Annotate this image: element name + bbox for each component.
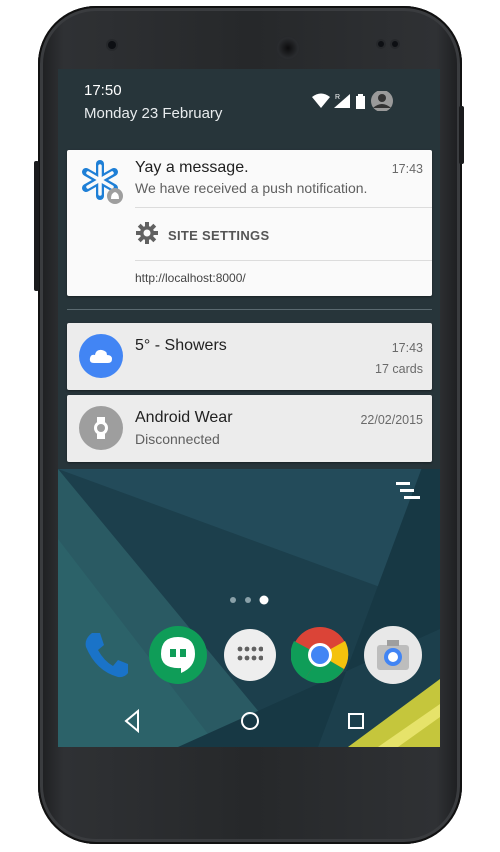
gear-icon bbox=[136, 222, 158, 244]
site-settings-label: SITE SETTINGS bbox=[168, 228, 270, 243]
avatar[interactable] bbox=[371, 91, 393, 111]
site-asterisk-icon bbox=[82, 160, 123, 204]
power-button bbox=[459, 106, 464, 164]
notification-title: 5° - Showers bbox=[135, 337, 227, 354]
android-wear-notification-card[interactable]: Android Wear Disconnected 22/02/2015 bbox=[67, 395, 432, 462]
notification-body: We have received a push notification. bbox=[135, 180, 368, 196]
wear-icon bbox=[79, 406, 123, 450]
notification-body: Disconnected bbox=[135, 431, 220, 447]
shade-separator bbox=[67, 309, 432, 310]
recents-icon[interactable] bbox=[348, 713, 364, 729]
home-icon[interactable] bbox=[241, 712, 259, 730]
hangouts-icon[interactable] bbox=[149, 626, 207, 684]
notification-title: Yay a message. bbox=[135, 159, 249, 176]
origin-url: http://localhost:8000/ bbox=[135, 271, 246, 285]
camera-icon[interactable] bbox=[364, 626, 422, 684]
divider bbox=[135, 207, 432, 208]
status-date: Monday 23 February bbox=[84, 105, 223, 122]
light-sensor bbox=[392, 41, 398, 47]
navigation-bar bbox=[124, 708, 364, 734]
cell-signal-icon: R bbox=[334, 94, 350, 108]
notification-time: 22/02/2015 bbox=[360, 413, 423, 427]
back-icon[interactable] bbox=[124, 708, 139, 734]
watch-icon bbox=[94, 417, 108, 439]
volume-button bbox=[34, 161, 39, 291]
page-indicator bbox=[230, 595, 269, 605]
cloud-icon bbox=[89, 349, 112, 363]
status-time: 17:50 bbox=[84, 82, 122, 99]
divider bbox=[135, 260, 432, 261]
notification-time: 17:43 bbox=[391, 341, 423, 355]
weather-icon bbox=[79, 334, 123, 378]
app-drawer-icon[interactable] bbox=[224, 629, 276, 681]
phone-icon[interactable] bbox=[80, 629, 132, 681]
notification-time: 17:43 bbox=[391, 162, 423, 176]
screen: 17:50 Monday 23 February R Yay a message… bbox=[58, 69, 440, 747]
battery-icon bbox=[356, 94, 365, 109]
svg-text:R: R bbox=[335, 94, 340, 101]
card-count: 17 cards bbox=[375, 362, 423, 376]
proximity-sensor bbox=[378, 41, 384, 47]
chrome-icon[interactable] bbox=[290, 626, 349, 684]
push-notification-card[interactable]: Yay a message. We have received a push n… bbox=[67, 150, 432, 296]
front-camera bbox=[108, 41, 116, 49]
clear-all-icon[interactable] bbox=[396, 480, 422, 502]
wifi-icon bbox=[312, 93, 330, 108]
earpiece-speaker bbox=[276, 36, 300, 60]
notification-title: Android Wear bbox=[135, 409, 233, 426]
weather-notification-card[interactable]: 5° - Showers 17:43 17 cards bbox=[67, 323, 432, 390]
